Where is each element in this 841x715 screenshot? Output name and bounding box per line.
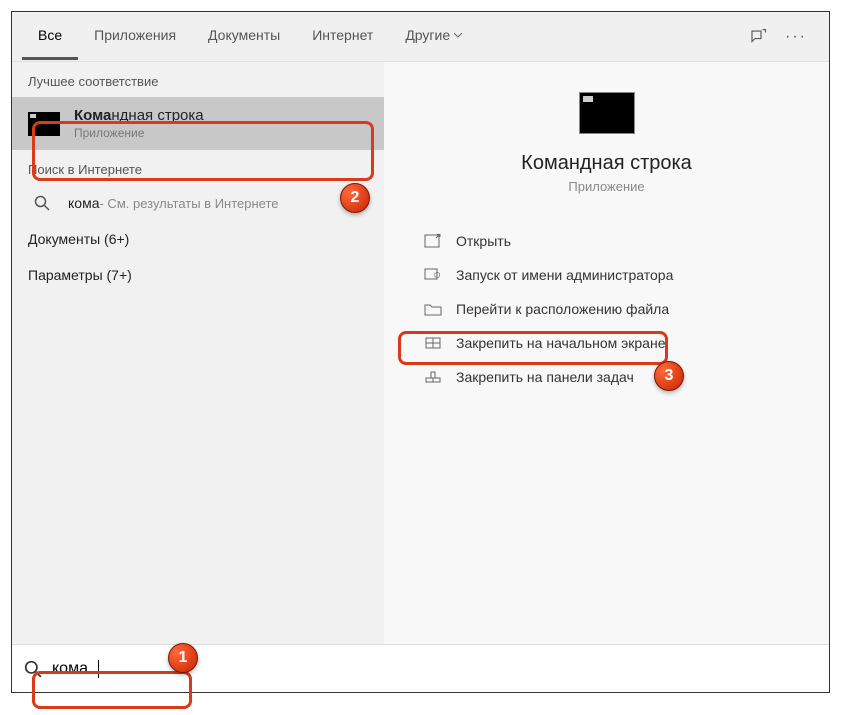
preview-cmd-icon <box>579 92 635 134</box>
action-location-label: Перейти к расположению файла <box>456 301 669 317</box>
cmd-icon <box>28 112 60 136</box>
more-icon[interactable]: ··· <box>785 28 807 46</box>
tab-documents[interactable]: Документы <box>192 13 296 60</box>
action-pin-start-label: Закрепить на начальном экране <box>456 335 666 351</box>
result-title: Командная строка <box>74 107 368 124</box>
action-open-label: Открыть <box>456 233 511 249</box>
admin-icon <box>424 268 442 282</box>
search-input[interactable]: кома <box>52 660 88 678</box>
top-bar: Все Приложения Документы Интернет Другие… <box>12 12 829 62</box>
folder-icon <box>424 302 442 316</box>
preview-title: Командная строка <box>404 152 809 175</box>
action-pin-taskbar-label: Закрепить на панели задач <box>456 369 634 385</box>
results-panel: Лучшее соответствие Командная строка При… <box>12 62 384 644</box>
tab-apps[interactable]: Приложения <box>78 13 192 60</box>
result-title-bold: Кома <box>74 107 111 124</box>
text-cursor <box>98 660 99 678</box>
section-best-match: Лучшее соответствие <box>12 62 384 97</box>
action-run-admin[interactable]: Запуск от имени администратора <box>412 258 809 292</box>
annotation-badge-2: 2 <box>340 183 370 213</box>
preview-panel: Командная строка Приложение Открыть Запу… <box>384 62 829 644</box>
tab-all[interactable]: Все <box>22 13 78 60</box>
action-admin-label: Запуск от имени администратора <box>456 267 673 283</box>
actions-list: Открыть Запуск от имени администратора П… <box>404 224 809 394</box>
search-icon <box>24 660 42 678</box>
search-icon <box>34 195 50 211</box>
section-web-search: Поиск в Интернете <box>12 150 384 185</box>
result-command-prompt[interactable]: Командная строка Приложение <box>12 97 384 150</box>
tab-internet[interactable]: Интернет <box>296 13 389 60</box>
main-content: Лучшее соответствие Командная строка При… <box>12 62 829 644</box>
feedback-icon[interactable] <box>749 28 767 46</box>
pin-start-icon <box>424 336 442 350</box>
search-input-wrap: кома <box>24 660 99 678</box>
open-icon <box>424 234 442 248</box>
category-documents[interactable]: Документы (6+) <box>12 221 384 257</box>
category-parameters[interactable]: Параметры (7+) <box>12 257 384 293</box>
result-title-rest: ндная строка <box>111 107 203 124</box>
web-query: кома <box>68 195 99 211</box>
web-result[interactable]: кома - См. результаты в Интернете › <box>12 185 384 221</box>
tab-other[interactable]: Другие <box>389 13 478 60</box>
result-subtitle: Приложение <box>74 126 368 140</box>
preview-subtitle: Приложение <box>404 179 809 194</box>
action-file-location[interactable]: Перейти к расположению файла <box>412 292 809 326</box>
tab-other-label: Другие <box>405 27 450 43</box>
tabs: Все Приложения Документы Интернет Другие <box>22 13 749 60</box>
search-window: Все Приложения Документы Интернет Другие… <box>11 11 830 693</box>
action-pin-start[interactable]: Закрепить на начальном экране <box>412 326 809 360</box>
action-pin-taskbar[interactable]: Закрепить на панели задач <box>412 360 809 394</box>
annotation-badge-1: 1 <box>168 643 198 673</box>
search-bar: кома <box>12 644 829 692</box>
preview: Командная строка Приложение Открыть Запу… <box>404 82 809 394</box>
result-text: Командная строка Приложение <box>74 107 368 140</box>
action-open[interactable]: Открыть <box>412 224 809 258</box>
chevron-down-icon <box>454 33 462 38</box>
annotation-badge-3: 3 <box>654 361 684 391</box>
top-actions: ··· <box>749 28 819 46</box>
pin-taskbar-icon <box>424 370 442 384</box>
web-query-sub: - См. результаты в Интернете <box>99 196 278 211</box>
